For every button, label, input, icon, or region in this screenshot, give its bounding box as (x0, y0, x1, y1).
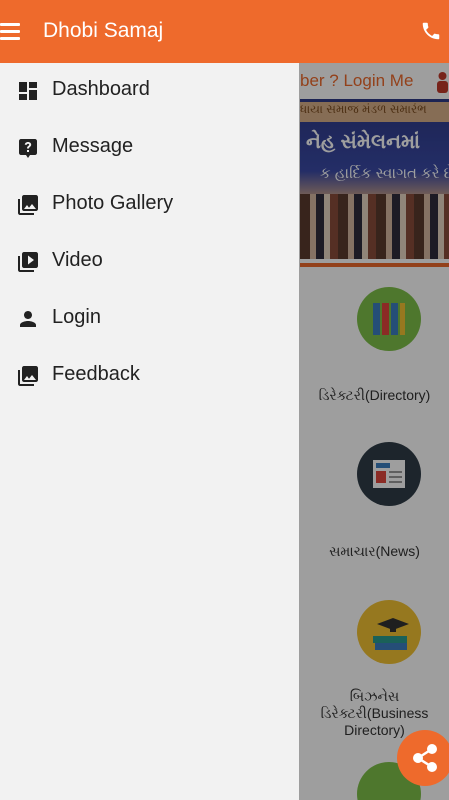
hamburger-menu-icon[interactable] (0, 20, 20, 44)
nav-item-login[interactable]: Login (0, 291, 299, 347)
share-button[interactable] (397, 730, 449, 786)
video-library-icon (16, 250, 40, 274)
nav-label-dashboard: Dashboard (52, 78, 150, 100)
app-bar: Dhobi Samaj (0, 0, 449, 63)
app-title: Dhobi Samaj (43, 19, 164, 42)
nav-label-login: Login (52, 306, 101, 328)
nav-label-message: Message (52, 135, 134, 157)
share-icon (413, 744, 437, 772)
nav-label-video: Video (52, 249, 103, 271)
nav-item-feedback[interactable]: Feedback (0, 348, 299, 404)
photo-library-icon (16, 364, 40, 388)
nav-label-photo-gallery: Photo Gallery (52, 192, 174, 214)
navigation-drawer: Dashboard Message Photo Gallery Video Lo… (0, 63, 299, 800)
nav-item-photo-gallery[interactable]: Photo Gallery (0, 177, 299, 233)
help-message-icon (16, 136, 40, 160)
phone-icon[interactable] (420, 20, 442, 42)
person-icon (16, 307, 40, 331)
nav-item-video[interactable]: Video (0, 234, 299, 290)
dashboard-icon (16, 79, 40, 103)
photo-library-icon (16, 193, 40, 217)
nav-item-message[interactable]: Message (0, 120, 299, 176)
nav-item-dashboard[interactable]: Dashboard (0, 63, 299, 119)
nav-label-feedback: Feedback (52, 363, 140, 385)
